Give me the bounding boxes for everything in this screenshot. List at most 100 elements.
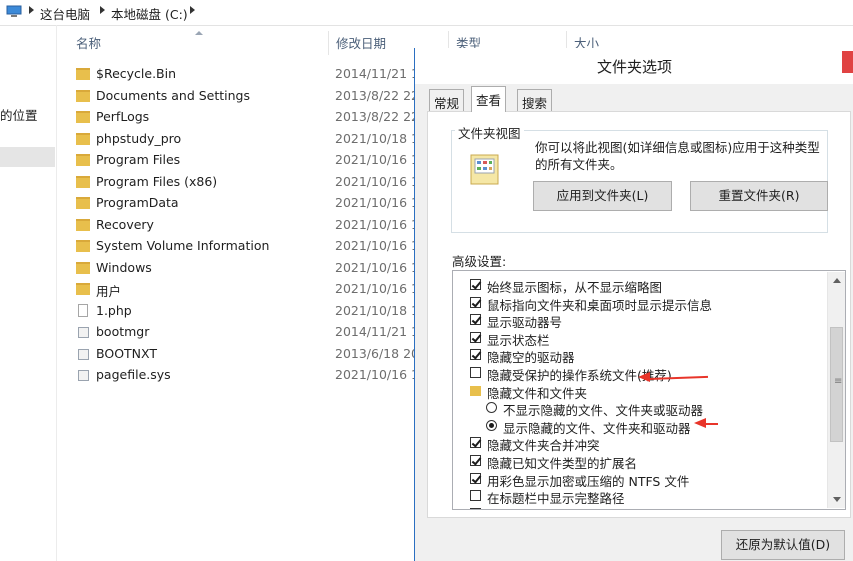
advanced-settings-scrollbar[interactable]: ≡ [827, 272, 845, 508]
folder-views-label: 文件夹视图 [455, 123, 524, 142]
folder-icon [76, 283, 90, 295]
system-file-icon [78, 370, 89, 381]
folder-icon [76, 111, 90, 123]
file-name: 用户 [96, 284, 122, 299]
checkbox[interactable] [470, 367, 481, 378]
radio-button[interactable] [486, 419, 497, 431]
folder-icon [76, 132, 90, 145]
file-row[interactable]: 用户 2021/10/16 1 [76, 279, 419, 300]
chevron-down-icon [833, 497, 841, 502]
advanced-setting-label: 隐藏文件和文件夹 [487, 385, 588, 401]
advanced-settings-list[interactable]: 始终显示图标，从不显示缩略图 鼠标指向文件夹和桌面项时显示提示信息 显示驱动器号 显示… [452, 270, 846, 510]
annotation-arrow-icon [638, 372, 650, 382]
advanced-setting-label: 用彩色显示加密或压缩的 NTFS 文件 [487, 473, 690, 489]
reset-folders-button[interactable]: 重置文件夹(R) [690, 181, 828, 211]
advanced-setting-label: 在单独的进程中打开文件夹窗口 [487, 506, 662, 510]
breadcrumb-chevron-icon[interactable] [100, 6, 105, 14]
file-row[interactable]: phpstudy_pro 2021/10/18 1 [76, 129, 419, 150]
breadcrumb-local-disk[interactable]: 本地磁盘 (C:) [111, 4, 188, 23]
restore-defaults-button[interactable]: 还原为默认值(D) [721, 530, 845, 560]
checkbox[interactable] [470, 279, 481, 290]
file-date: 2014/11/21 1 [335, 324, 419, 339]
checkbox[interactable] [470, 314, 481, 326]
file-name: Recovery [96, 216, 154, 232]
folder-icon [76, 240, 90, 252]
file-date: 2013/6/18 20 [335, 345, 419, 361]
address-bar[interactable]: 这台电脑 本地磁盘 (C:) [0, 0, 853, 26]
advanced-settings-label: 高级设置: [452, 254, 507, 269]
chevron-up-icon [833, 278, 841, 283]
advanced-setting-label: 显示隐藏的文件、文件夹和驱动器 [503, 420, 691, 436]
breadcrumb-this-pc[interactable]: 这台电脑 [40, 4, 90, 23]
folder-options-dialog: 文件夹选项 常规 查看 搜索 文件夹视图 你可以将此视图(如详细信息或图标)应用… [414, 48, 853, 561]
folder-shortcut-icon [76, 89, 90, 102]
file-row[interactable]: Documents and Settings 2013/8/22 22 [76, 86, 419, 107]
scroll-down-button[interactable] [829, 491, 845, 508]
file-date: 2021/10/16 1 [335, 238, 419, 253]
checkbox[interactable] [470, 507, 481, 509]
file-row[interactable]: BOOTNXT 2013/6/18 20 [76, 344, 419, 365]
checkbox[interactable] [470, 472, 481, 484]
file-date: 2021/10/16 1 [335, 173, 419, 189]
file-row[interactable]: $Recycle.Bin 2014/11/21 1 [76, 64, 419, 85]
file-name: Documents and Settings [96, 87, 251, 103]
file-date: 2021/10/16 1 [335, 281, 419, 296]
tab-general[interactable]: 常规 [429, 89, 465, 111]
checkbox[interactable] [470, 331, 481, 343]
file-row[interactable]: ProgramData 2021/10/16 1 [76, 193, 419, 214]
file-row[interactable]: pagefile.sys 2021/10/16 1 [76, 365, 419, 386]
grip-icon: ≡ [834, 376, 843, 387]
column-header-date[interactable]: 修改日期 [336, 33, 386, 55]
file-name: phpstudy_pro [96, 130, 182, 146]
advanced-setting-label: 始终显示图标，从不显示缩略图 [487, 280, 663, 295]
nav-item-locations[interactable]: 的位置 [0, 105, 38, 124]
file-row[interactable]: PerfLogs 2013/8/22 22 [76, 107, 419, 128]
file-row[interactable]: 1.php 2021/10/18 1 [76, 301, 419, 322]
file-date: 2021/10/18 1 [335, 302, 419, 318]
file-name: Program Files (x86) [96, 173, 218, 189]
scroll-up-button[interactable] [829, 272, 845, 289]
sort-ascending-icon [195, 31, 203, 35]
checkbox[interactable] [470, 296, 481, 308]
file-date: 2021/10/18 1 [335, 130, 419, 146]
file-date: 2013/8/22 22 [335, 87, 419, 103]
checkbox[interactable] [470, 455, 481, 466]
breadcrumb-chevron-icon[interactable] [29, 6, 34, 14]
radio-button[interactable] [486, 402, 497, 414]
tab-view[interactable]: 查看 [471, 86, 507, 112]
file-row[interactable]: Recovery 2021/10/16 1 [76, 215, 419, 236]
folder-icon [470, 385, 481, 396]
file-date: 2021/10/16 1 [335, 152, 419, 167]
file-row[interactable]: Program Files 2021/10/16 1 [76, 150, 419, 171]
folder-icon [76, 175, 90, 188]
file-name: bootmgr [96, 324, 150, 339]
this-pc-icon [6, 5, 22, 17]
file-name: pagefile.sys [96, 367, 171, 382]
file-name: Program Files [96, 152, 181, 167]
file-row[interactable]: Program Files (x86) 2021/10/16 1 [76, 172, 419, 193]
file-date: 2021/10/16 1 [335, 195, 419, 210]
apply-to-folders-button[interactable]: 应用到文件夹(L) [533, 181, 672, 211]
scroll-thumb[interactable]: ≡ [830, 327, 843, 442]
checkbox[interactable] [470, 349, 481, 361]
system-file-icon [78, 348, 89, 360]
nav-item-selected[interactable] [0, 147, 55, 167]
file-row[interactable]: bootmgr 2014/11/21 1 [76, 322, 419, 343]
folder-icon [76, 154, 90, 166]
advanced-setting-label: 鼠标指向文件夹和桌面项时显示提示信息 [487, 297, 713, 313]
file-date: 2021/10/16 1 [335, 259, 419, 275]
file-row[interactable]: System Volume Information 2021/10/16 1 [76, 236, 419, 257]
checkbox[interactable] [470, 437, 481, 449]
breadcrumb-chevron-icon[interactable] [190, 6, 195, 14]
dialog-titlebar[interactable]: 文件夹选项 [415, 48, 853, 84]
column-header-name[interactable]: 名称 [76, 33, 101, 55]
navigation-pane: 的位置 [0, 25, 57, 561]
file-name: BOOTNXT [96, 345, 157, 361]
file-name: $Recycle.Bin [96, 66, 177, 81]
column-divider[interactable] [328, 31, 329, 55]
close-button[interactable] [842, 51, 853, 73]
tab-search[interactable]: 搜索 [517, 89, 553, 111]
checkbox[interactable] [470, 490, 481, 502]
folder-views-icon [470, 154, 499, 185]
file-row[interactable]: Windows 2021/10/16 1 [76, 258, 419, 279]
